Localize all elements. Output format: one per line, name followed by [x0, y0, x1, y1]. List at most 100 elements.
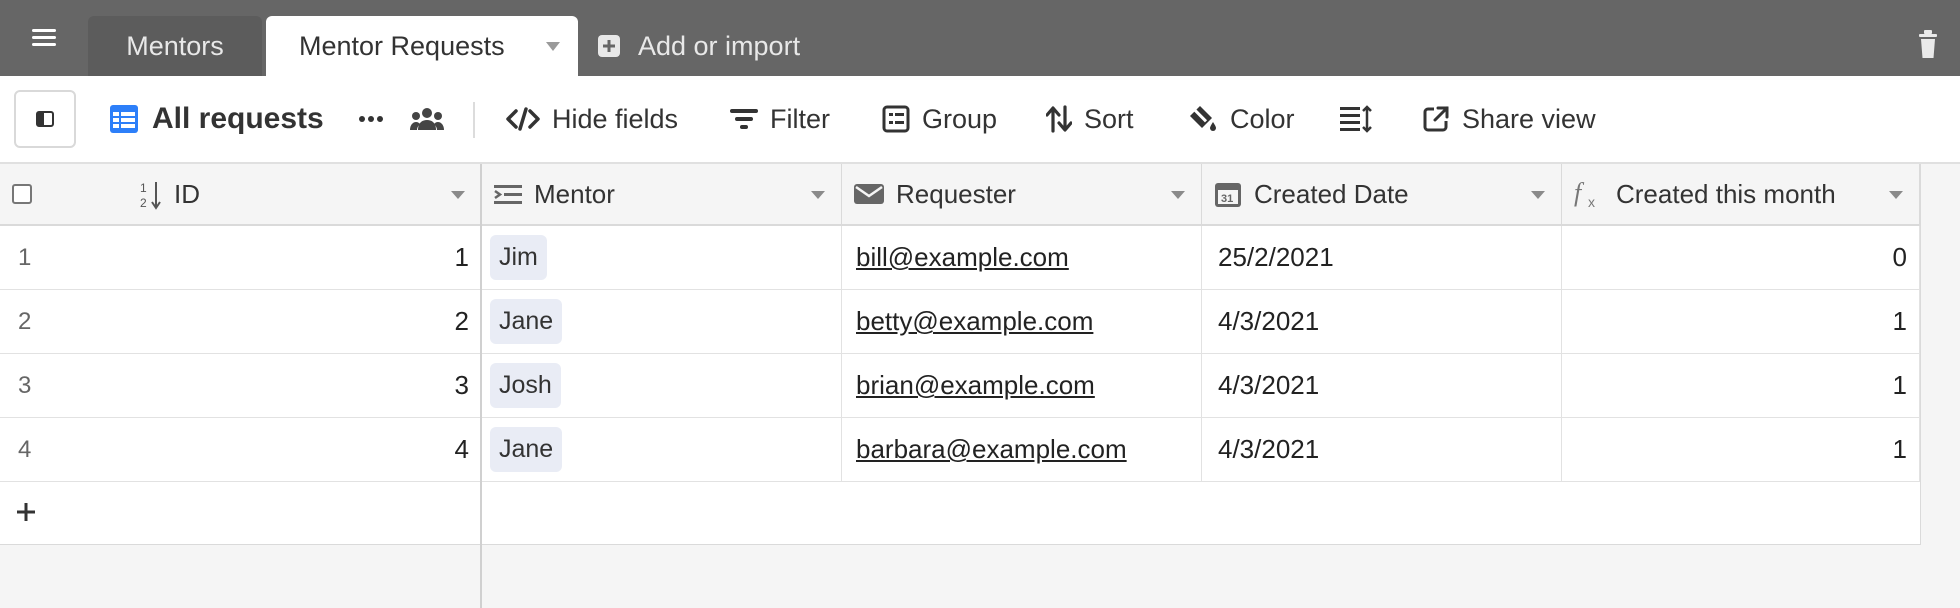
- chevron-down-icon[interactable]: [811, 191, 825, 199]
- linked-record-pill[interactable]: Josh: [490, 363, 561, 408]
- tab-mentor-requests[interactable]: Mentor Requests: [266, 16, 578, 76]
- chevron-down-icon[interactable]: [1171, 191, 1185, 199]
- requester-cell[interactable]: betty@example.com: [842, 290, 1202, 353]
- created-this-month-cell[interactable]: 1: [1562, 354, 1920, 417]
- column-header-label: Created Date: [1254, 178, 1409, 209]
- plus-icon[interactable]: [14, 500, 38, 524]
- row-number: 4: [18, 435, 32, 463]
- created-date-cell[interactable]: 25/2/2021: [1202, 226, 1562, 289]
- table-row[interactable]: 1 1 Jim bill@example.com 25/2/2021 0: [0, 226, 1920, 290]
- id-cell[interactable]: 3: [100, 354, 482, 417]
- created-this-month-cell[interactable]: 0: [1562, 226, 1920, 289]
- id-cell[interactable]: 2: [100, 290, 482, 353]
- requester-cell[interactable]: bill@example.com: [842, 226, 1202, 289]
- grid-header: 1 2 ID Mentor Requester 31 Created Date …: [0, 164, 1920, 226]
- created-date-cell[interactable]: 4/3/2021: [1202, 290, 1562, 353]
- tab-label: Mentor Requests: [299, 30, 505, 61]
- email-link[interactable]: betty@example.com: [842, 306, 1093, 337]
- tab-bar: Mentors Mentor Requests Add or import: [0, 0, 1960, 76]
- column-header-created-date[interactable]: 31 Created Date: [1202, 164, 1562, 224]
- tab-label: Mentors: [126, 30, 224, 61]
- row-height-icon: [1340, 105, 1372, 133]
- email-field-icon: [854, 184, 884, 204]
- created-date-cell[interactable]: 4/3/2021: [1202, 354, 1562, 417]
- more-icon: [359, 116, 383, 122]
- row-number: 1: [18, 243, 32, 271]
- email-link[interactable]: bill@example.com: [842, 242, 1069, 273]
- tab-mentors[interactable]: Mentors: [88, 16, 262, 76]
- group-button[interactable]: Group: [882, 76, 997, 162]
- table-row[interactable]: 4 4 Jane barbara@example.com 4/3/2021 1: [0, 418, 1920, 482]
- row-height-button[interactable]: [1340, 76, 1384, 162]
- column-header-label: Created this month: [1616, 178, 1836, 209]
- view-toolbar: All requests Hide fields Filter Group So…: [0, 76, 1960, 164]
- table-row[interactable]: 2 2 Jane betty@example.com 4/3/2021 1: [0, 290, 1920, 354]
- trash-icon[interactable]: [1918, 28, 1938, 60]
- column-header-mentor[interactable]: Mentor: [482, 164, 842, 224]
- collaborators-button[interactable]: [410, 76, 456, 162]
- users-icon: [410, 108, 444, 130]
- add-or-import-label: Add or import: [638, 30, 801, 61]
- column-header-label: Requester: [896, 178, 1016, 209]
- filter-button[interactable]: Filter: [730, 76, 830, 162]
- linked-record-pill[interactable]: Jim: [490, 235, 547, 280]
- sidebar-icon: [36, 111, 54, 127]
- requester-cell[interactable]: barbara@example.com: [842, 418, 1202, 481]
- chevron-down-icon[interactable]: [1531, 191, 1545, 199]
- chevron-down-icon[interactable]: [1889, 191, 1903, 199]
- add-or-import-button[interactable]: Add or import: [598, 16, 800, 76]
- mentor-cell[interactable]: Jim: [482, 226, 842, 289]
- toolbar-divider: [473, 102, 475, 138]
- formula-icon: f x: [1574, 179, 1595, 209]
- calendar-icon: 31: [1215, 183, 1241, 207]
- chevron-down-icon[interactable]: [546, 42, 560, 51]
- svg-text:f: f: [1574, 179, 1585, 207]
- row-number: 2: [18, 307, 32, 335]
- chevron-down-icon[interactable]: [451, 191, 465, 199]
- add-icon: [598, 35, 620, 57]
- group-icon: [882, 105, 910, 133]
- svg-text:31: 31: [1221, 193, 1233, 205]
- hide-fields-button[interactable]: Hide fields: [506, 76, 678, 162]
- share-view-button[interactable]: Share view: [1422, 76, 1596, 162]
- sidebar-toggle-button[interactable]: [14, 90, 76, 148]
- column-header-label: Mentor: [534, 178, 615, 209]
- share-icon: [1423, 106, 1449, 132]
- svg-text:2: 2: [140, 196, 147, 210]
- requester-cell[interactable]: brian@example.com: [842, 354, 1202, 417]
- view-menu-button[interactable]: [358, 76, 396, 162]
- select-all-checkbox[interactable]: [12, 184, 32, 204]
- grid-view-icon: [110, 105, 138, 133]
- linked-record-pill[interactable]: Jane: [490, 299, 563, 344]
- id-cell[interactable]: 1: [100, 226, 482, 289]
- color-label: Color: [1230, 103, 1295, 134]
- frozen-column-divider[interactable]: [480, 164, 482, 608]
- column-header-created-this-month[interactable]: f x Created this month: [1562, 164, 1920, 224]
- view-switcher[interactable]: All requests: [108, 76, 324, 162]
- svg-text:1: 1: [140, 181, 147, 195]
- mentor-cell[interactable]: Jane: [482, 418, 842, 481]
- number-field-icon: 1 2: [140, 181, 161, 210]
- svg-text:x: x: [1588, 194, 1595, 209]
- menu-button[interactable]: [0, 0, 88, 76]
- link-record-icon: [494, 185, 522, 204]
- column-header-id[interactable]: 1 2 ID: [0, 164, 482, 224]
- add-record-row[interactable]: [0, 482, 1920, 545]
- created-this-month-cell[interactable]: 1: [1562, 418, 1920, 481]
- color-button[interactable]: Color: [1186, 76, 1295, 162]
- linked-record-pill[interactable]: Jane: [490, 427, 563, 472]
- view-name: All requests: [152, 102, 324, 135]
- group-label: Group: [922, 103, 998, 134]
- email-link[interactable]: brian@example.com: [842, 370, 1095, 401]
- mentor-cell[interactable]: Jane: [482, 290, 842, 353]
- column-header-requester[interactable]: Requester: [842, 164, 1202, 224]
- table-row[interactable]: 3 3 Josh brian@example.com 4/3/2021 1: [0, 354, 1920, 418]
- created-date-cell[interactable]: 4/3/2021: [1202, 418, 1562, 481]
- created-this-month-cell[interactable]: 1: [1562, 290, 1920, 353]
- sort-button[interactable]: Sort: [1046, 76, 1134, 162]
- filter-label: Filter: [770, 103, 830, 134]
- paint-bucket-icon: [1190, 106, 1216, 131]
- email-link[interactable]: barbara@example.com: [842, 434, 1127, 465]
- id-cell[interactable]: 4: [100, 418, 482, 481]
- mentor-cell[interactable]: Josh: [482, 354, 842, 417]
